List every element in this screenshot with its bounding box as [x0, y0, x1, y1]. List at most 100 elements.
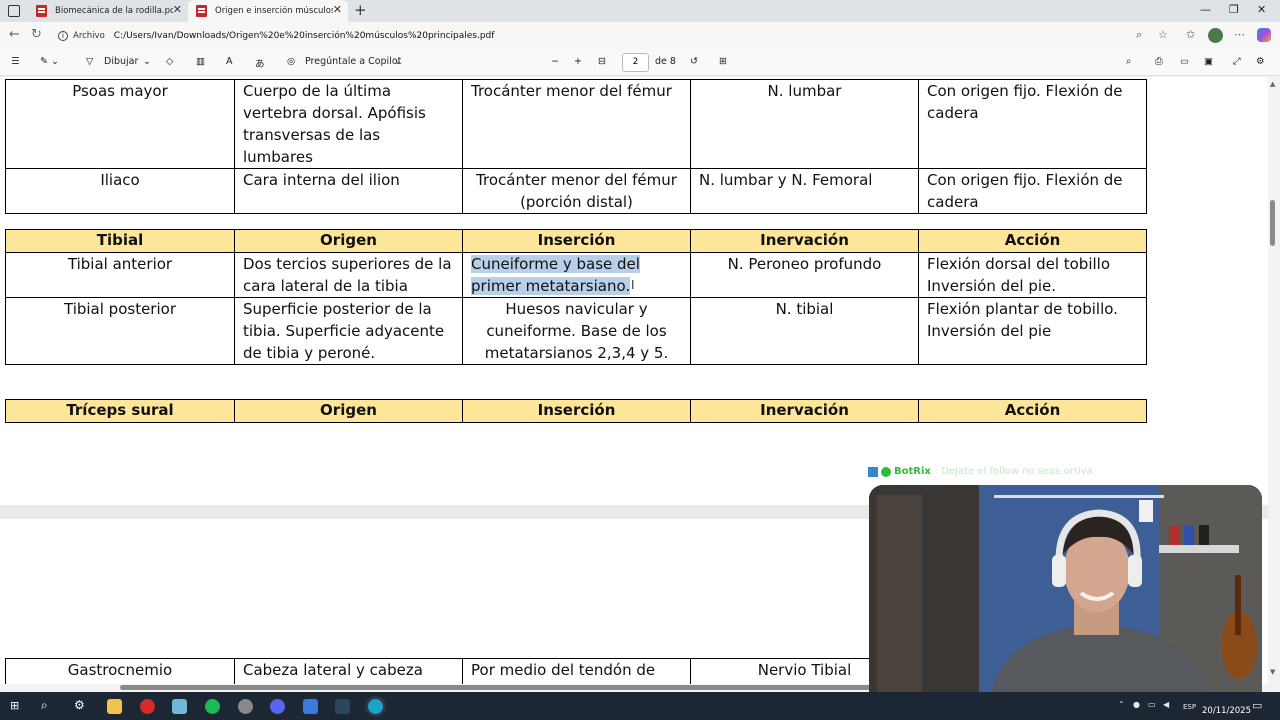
zoom-in-icon[interactable]: +	[574, 56, 582, 67]
column-header: Tríceps sural	[5, 399, 235, 423]
zoom-icon[interactable]: ⌕	[1136, 28, 1142, 42]
chevron-down-icon[interactable]: ⌄	[143, 56, 151, 67]
info-icon[interactable]: i	[58, 31, 68, 41]
workspaces-icon[interactable]	[8, 5, 20, 17]
spotify-icon[interactable]	[205, 699, 220, 714]
edge-icon[interactable]	[368, 699, 383, 714]
read-aloud-icon[interactable]: A	[226, 56, 233, 67]
table-cell: N. lumbar y N. Femoral	[690, 168, 919, 214]
eraser-icon[interactable]: ◇	[166, 56, 173, 67]
favorite-star-icon[interactable]: ☆	[1158, 28, 1168, 41]
close-icon[interactable]: ✕	[173, 3, 182, 16]
taskbar-date[interactable]: 20/11/2025	[1202, 706, 1251, 716]
refresh-icon[interactable]: ↻	[31, 27, 42, 42]
vertical-scrollbar[interactable]	[1268, 77, 1280, 684]
print-icon[interactable]: ⎙	[1155, 56, 1163, 67]
tab-biomecanica[interactable]: Biomecánica de la rodilla.pdf ✕	[28, 0, 188, 22]
chatgpt-icon[interactable]	[238, 699, 253, 714]
horizontal-scroll-thumb[interactable]	[120, 685, 880, 690]
column-header: Tibial	[5, 229, 235, 253]
tray-chevron-icon[interactable]: ⌃	[1118, 700, 1125, 709]
back-icon[interactable]: ←	[9, 27, 20, 42]
notifications-icon[interactable]: ▭	[1252, 699, 1262, 712]
table-cell: Trocánter menor del fémur	[462, 79, 691, 169]
app-icon[interactable]	[172, 699, 187, 714]
table-row: Tibial posterior Superficie posterior de…	[5, 297, 1147, 365]
triceps-sural-table: Tríceps sural Origen Inserción Inervació…	[5, 399, 1147, 423]
selected-text[interactable]: Cuneiforme y base del primer metatarsian…	[471, 255, 640, 295]
table-row: Tibial anterior Dos tercios superiores d…	[5, 252, 1147, 298]
table-cell: Psoas mayor	[5, 79, 235, 169]
profile-avatar[interactable]	[1208, 28, 1223, 43]
fullscreen-icon[interactable]: ⤢	[1233, 56, 1241, 67]
ask-copilot-button[interactable]: Pregúntale a Copilot	[305, 56, 401, 67]
save-icon[interactable]: ▭	[1180, 56, 1189, 67]
settings-gear-icon[interactable]: ⚙	[1256, 56, 1265, 67]
tab-label: Biomecánica de la rodilla.pdf	[55, 6, 173, 16]
vertical-scroll-thumb[interactable]	[1270, 200, 1275, 246]
save-as-icon[interactable]: ▣	[1204, 56, 1213, 67]
table-cell-selected[interactable]: Cuneiforme y base del primer metatarsian…	[462, 252, 691, 298]
tab-label: Origen e inserción músculos principales.…	[215, 6, 333, 16]
table-header-row: Tibial Origen Inserción Inervación Acció…	[5, 229, 1147, 253]
windows-start-icon[interactable]: ⊞	[10, 699, 19, 712]
chat-message-text: : Dejate el follow no seas ortiva	[934, 466, 1093, 477]
close-window-icon[interactable]: ✕	[1257, 3, 1266, 16]
file-explorer-icon[interactable]	[107, 699, 122, 714]
rotate-icon[interactable]: ↺	[690, 56, 698, 67]
text-cursor-icon: I	[631, 278, 635, 292]
tab-origen-insercion[interactable]: Origen e inserción músculos principales.…	[188, 0, 348, 22]
search-icon[interactable]: ⌕	[1126, 56, 1131, 67]
scroll-down-icon[interactable]: ▼	[1270, 668, 1275, 676]
draw-button[interactable]: Dibujar	[104, 56, 138, 67]
table-cell: Flexión plantar de tobillo. Inversión de…	[918, 297, 1147, 365]
microphone-icon[interactable]: ●	[1133, 700, 1140, 709]
scroll-up-icon[interactable]: ▲	[1270, 80, 1275, 88]
app-icon[interactable]	[303, 699, 318, 714]
column-header: Inervación	[690, 399, 919, 423]
language-indicator[interactable]: ESP	[1183, 703, 1196, 711]
pdf-icon	[196, 5, 207, 17]
draw-icon[interactable]: ▽	[86, 56, 93, 67]
tibial-table: Tibial Origen Inserción Inervación Acció…	[5, 229, 1147, 365]
discord-icon[interactable]	[270, 699, 285, 714]
favorites-icon[interactable]: ✩	[1186, 28, 1195, 41]
table-cell: Superficie posterior de la tibia. Superf…	[234, 297, 463, 365]
table-row: Iliaco Cara interna del ilion Trocánter …	[5, 168, 1147, 214]
table-cell: Dos tercios superiores de la cara latera…	[234, 252, 463, 298]
column-header: Inserción	[462, 229, 691, 253]
table-cell: Cara interna del ilion	[234, 168, 463, 214]
settings-gear-icon[interactable]: ⚙	[74, 698, 85, 712]
two-page-icon[interactable]: ⊞	[719, 56, 727, 67]
page-total: de 8	[655, 56, 676, 67]
highlight-icon[interactable]: ✎ ⌄	[40, 56, 59, 67]
table-cell: Huesos navicular y cuneiforme. Base de l…	[462, 297, 691, 365]
steam-icon[interactable]	[335, 699, 350, 714]
webcam-feed-image	[869, 485, 1262, 704]
restore-icon[interactable]: ❐	[1229, 3, 1239, 16]
search-icon[interactable]: ⌕	[41, 698, 48, 713]
table-cell: Flexión dorsal del tobillo Inversión del…	[918, 252, 1147, 298]
stream-chat-message: BotRix : Dejate el follow no seas ortiva	[868, 466, 1093, 477]
contents-icon[interactable]: ☰	[11, 56, 20, 67]
opera-gx-icon[interactable]	[140, 699, 155, 714]
url-field[interactable]: i Archivo C:/Users/Ivan/Downloads/Origen…	[52, 26, 1162, 46]
bot-badge-icon	[868, 466, 878, 477]
table-cell: N. tibial	[690, 297, 919, 365]
new-tab-icon[interactable]: +	[354, 1, 367, 19]
page-number-input[interactable]: 2	[622, 53, 649, 72]
copilot-icon[interactable]	[1257, 28, 1271, 42]
translate-icon[interactable]: あ	[255, 56, 265, 70]
copilot-small-icon[interactable]: ◎	[287, 56, 295, 67]
page-view-icon[interactable]: ▥	[196, 56, 205, 67]
network-icon[interactable]: ▭	[1148, 700, 1156, 709]
url-text[interactable]: C:/Users/Ivan/Downloads/Origen%20e%20ins…	[114, 31, 495, 41]
scheme-label: Archivo	[73, 31, 105, 41]
zoom-out-icon[interactable]: −	[551, 56, 559, 67]
fit-page-icon[interactable]: ⊟	[598, 56, 606, 67]
more-icon[interactable]: ⋯	[1234, 28, 1245, 41]
chevron-down-icon[interactable]: ⌄	[394, 56, 402, 67]
minimize-icon[interactable]: —	[1200, 3, 1211, 16]
close-icon[interactable]: ✕	[333, 3, 342, 16]
volume-icon[interactable]: ◀	[1163, 700, 1169, 709]
